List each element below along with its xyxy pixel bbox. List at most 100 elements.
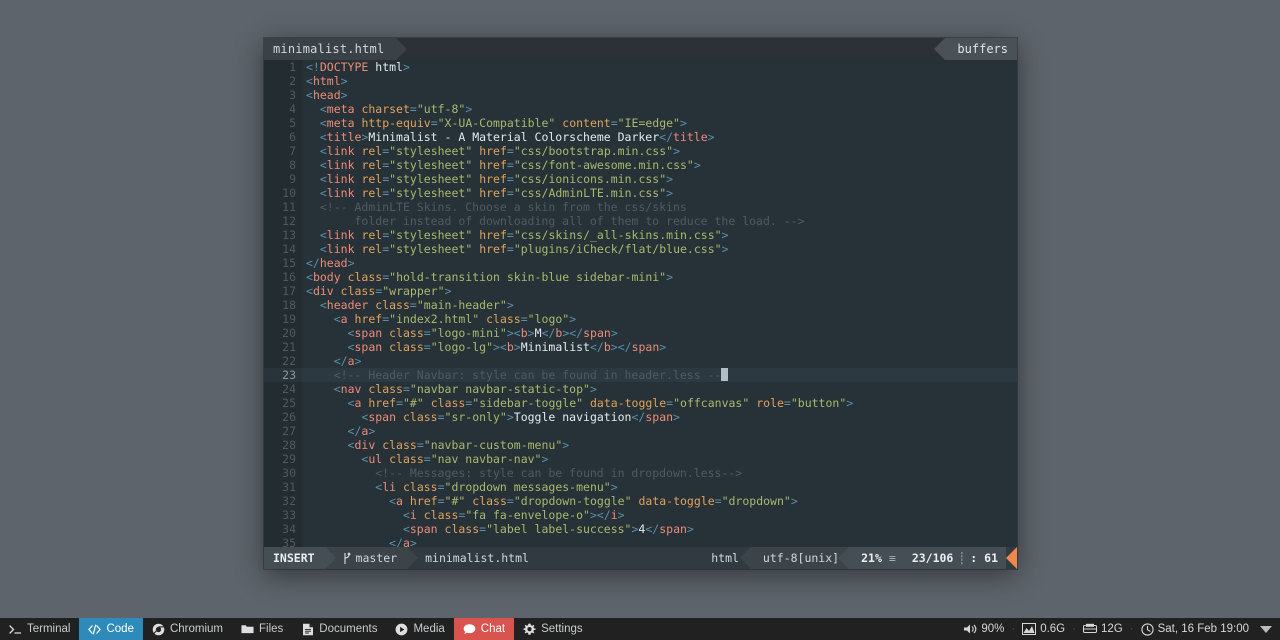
code-line-text: <span class="sr-only">Toggle navigation<…	[361, 410, 680, 424]
taskbar-item-label: Settings	[541, 623, 583, 635]
tab-minimalist-html[interactable]: minimalist.html	[264, 38, 408, 60]
code-line[interactable]: 10 <link rel="stylesheet" href="css/Admi…	[264, 186, 1017, 200]
taskbar-item-terminal[interactable]: Terminal	[0, 618, 79, 640]
taskbar-item-code[interactable]: Code	[79, 618, 143, 640]
desktop-background: minimalist.html buffers 1 <!DOCTYPE html>…	[0, 0, 1280, 640]
document-icon	[301, 623, 314, 636]
code-line[interactable]: 21 <span class="logo-lg"><b>Minimalist</…	[264, 340, 1017, 354]
code-line[interactable]: 20 <span class="logo-mini"><b>M</b></spa…	[264, 326, 1017, 340]
code-line-text: <a href="#" class="dropdown-toggle" data…	[389, 494, 798, 508]
code-line[interactable]: 35 </a>	[264, 536, 1017, 547]
code-line[interactable]: 6 <title>Minimalist - A Material Colorsc…	[264, 130, 1017, 144]
code-line[interactable]: 9 <link rel="stylesheet" href="css/ionic…	[264, 172, 1017, 186]
status-filename: minimalist.html	[425, 551, 529, 565]
line-number: 3	[264, 88, 302, 102]
code-line[interactable]: 27 </a>	[264, 424, 1017, 438]
play-circle-icon	[395, 623, 408, 636]
code-line[interactable]: 25 <a href="#" class="sidebar-toggle" da…	[264, 396, 1017, 410]
code-line[interactable]: 29 <ul class="nav navbar-nav">	[264, 452, 1017, 466]
line-number: 9	[264, 172, 302, 186]
tab-buffers[interactable]: buffers	[934, 38, 1017, 60]
code-line-text: <div class="navbar-custom-menu">	[347, 438, 570, 452]
tray-memory-value: 0.6G	[1040, 623, 1066, 635]
code-line[interactable]: 33 <i class="fa fa-envelope-o"></i>	[264, 508, 1017, 522]
line-number: 23	[264, 368, 302, 382]
code-line-text: <nav class="navbar navbar-static-top">	[333, 382, 597, 396]
code-line[interactable]: 13 <link rel="stylesheet" href="css/skin…	[264, 228, 1017, 242]
code-line[interactable]: 19 <a href="index2.html" class="logo">	[264, 312, 1017, 326]
code-line[interactable]: 11 <!-- AdminLTE Skins. Choose a skin fr…	[264, 200, 1017, 214]
tray-memory[interactable]: 0.6G	[1015, 623, 1072, 635]
code-line[interactable]: 3 <head>	[264, 88, 1017, 102]
taskbar-item-settings[interactable]: Settings	[514, 618, 592, 640]
tray-disk-value: 12G	[1100, 623, 1123, 635]
tray-disk[interactable]: 12G	[1076, 623, 1130, 635]
line-number: 22	[264, 354, 302, 368]
code-line[interactable]: 32 <a href="#" class="dropdown-toggle" d…	[264, 494, 1017, 508]
taskbar-spacer	[592, 618, 957, 640]
code-line[interactable]: 23 <!-- Header Navbar: style can be foun…	[264, 368, 1017, 382]
status-mode: INSERT	[264, 547, 336, 569]
code-line[interactable]: 12 folder instead of downloading all of …	[264, 214, 1017, 228]
chromium-icon	[152, 623, 165, 636]
taskbar-item-media[interactable]: Media	[386, 618, 453, 640]
tray-clock[interactable]: Sat, 16 Feb 19:00	[1134, 622, 1256, 636]
tab-label: minimalist.html	[273, 42, 385, 56]
line-number: 4	[264, 102, 302, 116]
code-line[interactable]: 7 <link rel="stylesheet" href="css/boots…	[264, 144, 1017, 158]
line-number: 15	[264, 256, 302, 270]
chat-bubble-icon	[463, 623, 476, 636]
code-line[interactable]: 28 <div class="navbar-custom-menu">	[264, 438, 1017, 452]
taskbar-item-chromium[interactable]: Chromium	[143, 618, 232, 640]
taskbar-item-label: Chromium	[169, 623, 224, 635]
code-line-text: <link rel="stylesheet" href="css/font-aw…	[319, 158, 701, 172]
gear-icon	[523, 623, 536, 636]
code-line[interactable]: 4 <meta charset="utf-8">	[264, 102, 1017, 116]
taskbar-item-label: Files	[259, 623, 284, 635]
code-line[interactable]: 17 <div class="wrapper">	[264, 284, 1017, 298]
line-number: 8	[264, 158, 302, 172]
line-number: 13	[264, 228, 302, 242]
code-line-text: <head>	[306, 88, 348, 102]
line-number: 21	[264, 340, 302, 354]
code-line[interactable]: 16 <body class="hold-transition skin-blue…	[264, 270, 1017, 284]
code-line-text: <meta http-equiv="X-UA-Compatible" conte…	[319, 116, 687, 130]
line-number: 32	[264, 494, 302, 508]
line-number: 20	[264, 326, 302, 340]
code-line[interactable]: 18 <header class="main-header">	[264, 298, 1017, 312]
tray-volume[interactable]: 90%	[956, 623, 1011, 635]
code-line-text: <!-- Header Navbar: style can be found i…	[302, 368, 729, 382]
tabline-spacer	[396, 38, 945, 60]
code-line[interactable]: 24 <nav class="navbar navbar-static-top"…	[264, 382, 1017, 396]
code-line-text: <title>Minimalist - A Material Colorsche…	[319, 130, 715, 144]
code-line[interactable]: 8 <link rel="stylesheet" href="css/font-…	[264, 158, 1017, 172]
code-line[interactable]: 15 </head>	[264, 256, 1017, 270]
code-line[interactable]: 34 <span class="label label-success">4</…	[264, 522, 1017, 536]
code-line[interactable]: 30 <!-- Messages: style can be found in …	[264, 466, 1017, 480]
taskbar-item-documents[interactable]: Documents	[292, 618, 386, 640]
line-number: 6	[264, 130, 302, 144]
line-number: 30	[264, 466, 302, 480]
editor-tabline: minimalist.html buffers	[264, 38, 1017, 60]
status-git-branch: master	[324, 547, 418, 569]
line-number: 24	[264, 382, 302, 396]
line-number: 31	[264, 480, 302, 494]
code-line[interactable]: 1 <!DOCTYPE html>	[264, 60, 1017, 74]
code-line[interactable]: 31 <li class="dropdown messages-menu">	[264, 480, 1017, 494]
code-line[interactable]: 5 <meta http-equiv="X-UA-Compatible" con…	[264, 116, 1017, 130]
memory-graph-icon	[1022, 623, 1037, 635]
code-line-text: <li class="dropdown messages-menu">	[375, 480, 618, 494]
line-number-icon: ┊	[958, 551, 966, 565]
code-line[interactable]: 14 <link rel="stylesheet" href="plugins/…	[264, 242, 1017, 256]
taskbar-item-label: Terminal	[27, 623, 71, 635]
code-line[interactable]: 22 </a>	[264, 354, 1017, 368]
code-editor-window: minimalist.html buffers 1 <!DOCTYPE html>…	[264, 38, 1017, 569]
code-text-area[interactable]: 1 <!DOCTYPE html> 2 <html> 3 <head> 4 <meta ch…	[264, 60, 1017, 547]
taskbar-item-files[interactable]: Files	[232, 618, 292, 640]
code-line[interactable]: 2 <html>	[264, 74, 1017, 88]
git-branch-icon	[343, 552, 350, 564]
line-number: 1	[264, 60, 302, 74]
code-line[interactable]: 26 <span class="sr-only">Toggle navigati…	[264, 410, 1017, 424]
caret-down-icon[interactable]	[1260, 625, 1272, 633]
taskbar-item-chat[interactable]: Chat	[453, 618, 515, 640]
